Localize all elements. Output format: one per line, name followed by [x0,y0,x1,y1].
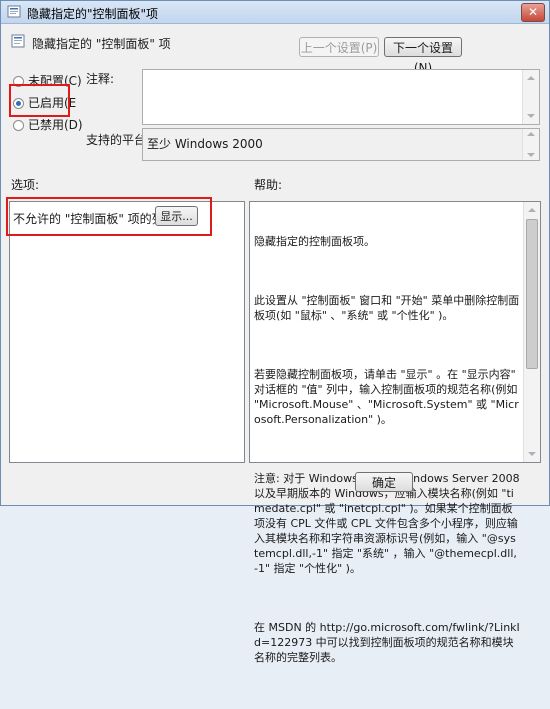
prev-setting-button[interactable]: 上一个设置(P) [299,37,379,57]
setting-title: 隐藏指定的 "控制面板" 项 [32,37,171,51]
scroll-up-icon[interactable] [528,208,536,212]
policy-icon [11,34,25,48]
close-button[interactable]: ✕ [521,3,545,22]
help-paragraph: 在 MSDN 的 http://go.microsoft.com/fwlink/… [254,621,520,664]
help-panel: 隐藏指定的控制面板项。 此设置从 "控制面板" 窗口和 "开始" 菜单中删除控制… [249,201,541,664]
comment-scrollbar[interactable] [522,70,539,124]
platform-scrollbar[interactable] [522,129,539,160]
comment-label: 注释: [86,72,115,86]
ok-button[interactable]: 确定 [355,472,413,492]
highlight-box-enabled [9,84,70,117]
close-icon: ✕ [527,5,539,19]
platform-label: 支持的平台: [86,133,151,147]
scroll-up-icon[interactable] [527,132,535,136]
help-paragraph: 此设置从 "控制面板" 窗口和 "开始" 菜单中删除控制面板项(如 "鼠标" 、… [254,294,520,322]
options-label: 选项: [11,178,40,192]
comment-field[interactable] [142,69,540,125]
scroll-down-icon[interactable] [527,153,535,157]
dialog-content: 隐藏指定的 "控制面板" 项 上一个设置(P) 下一个设置(N) 未配置(C) … [1,24,549,664]
help-label: 帮助: [254,178,283,192]
platform-value: 至少 Windows 2000 [147,137,263,151]
policy-icon [7,5,21,18]
help-scroll-thumb[interactable] [526,219,538,369]
radio-icon [13,120,24,131]
next-setting-button[interactable]: 下一个设置(N) [384,37,462,75]
help-scrollbar[interactable] [523,202,540,462]
policy-dialog: 隐藏指定的"控制面板"项 ✕ 隐藏指定的 "控制面板" 项 上一个设置(P) 下… [0,0,550,664]
help-text: 隐藏指定的控制面板项。 此设置从 "控制面板" 窗口和 "开始" 菜单中删除控制… [254,204,520,709]
title-bar[interactable]: 隐藏指定的"控制面板"项 ✕ [1,1,549,24]
radio-disabled[interactable]: 已禁用(D) [13,116,83,133]
help-paragraph: 隐藏指定的控制面板项。 [254,235,375,248]
scroll-down-icon[interactable] [527,114,535,118]
scroll-up-icon[interactable] [527,76,535,80]
help-paragraph: 若要隐藏控制面板项，请单击 "显示" 。在 "显示内容" 对话框的 "值" 列中… [254,368,521,426]
radio-label: 已禁用(D) [28,118,83,132]
scroll-down-icon[interactable] [528,452,536,456]
options-panel [9,201,245,463]
window-title: 隐藏指定的"控制面板"项 [27,7,159,21]
highlight-box-options [6,197,212,236]
platform-field: 至少 Windows 2000 [142,128,540,161]
